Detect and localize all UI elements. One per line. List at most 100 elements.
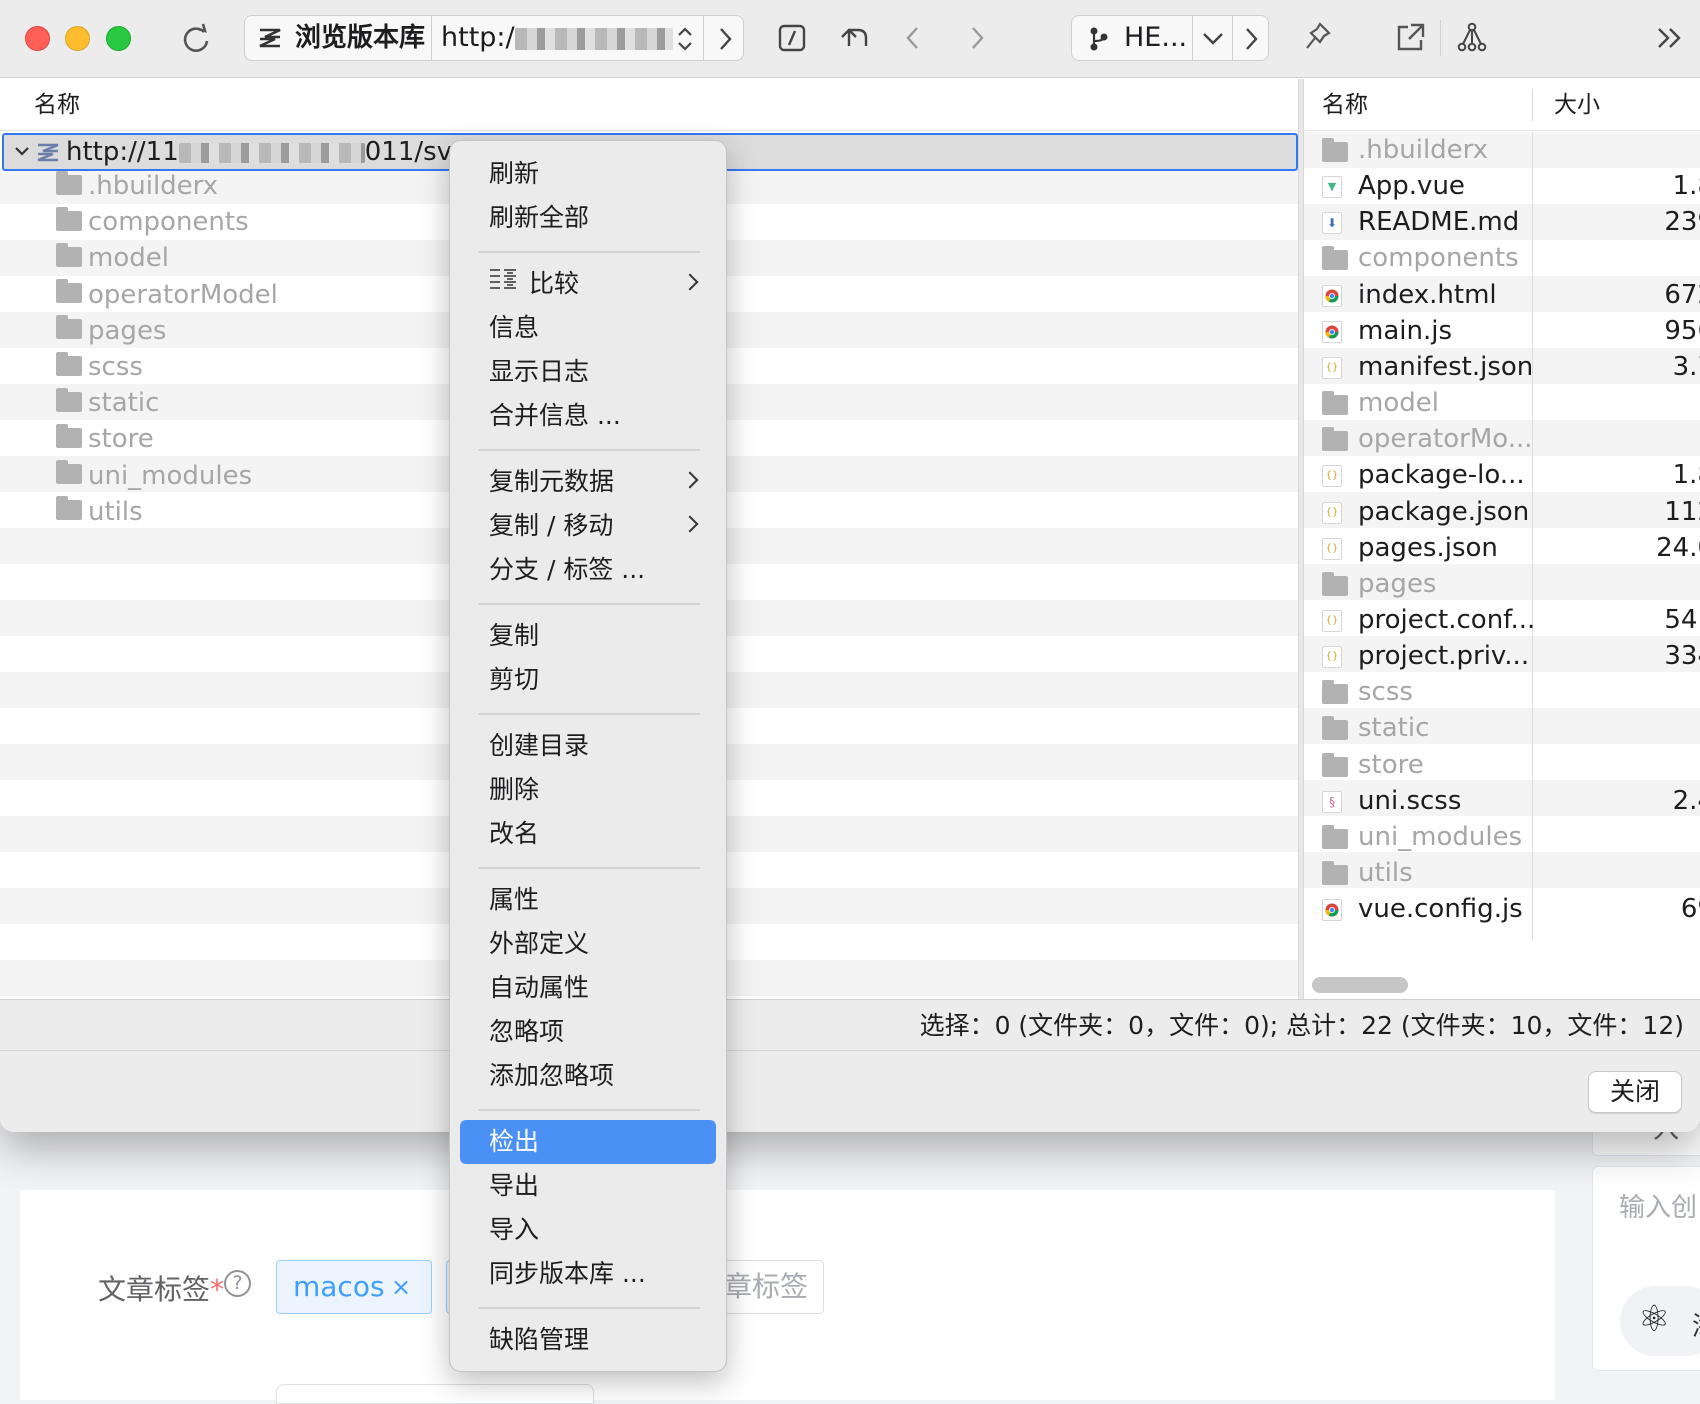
file-row[interactable]: ▼ App.vue 1.8	[1318, 168, 1700, 204]
tree-folder-row[interactable]: model	[56, 240, 169, 276]
menu-item[interactable]: 忽略项	[460, 1010, 716, 1054]
file-row[interactable]: {} project.conf... 541	[1318, 602, 1700, 638]
close-window-button[interactable]	[25, 26, 50, 51]
chevron-right-icon[interactable]	[715, 26, 735, 56]
file-row[interactable]: uni_modules	[1318, 819, 1698, 855]
file-row[interactable]: index.html 672	[1318, 277, 1700, 313]
zoom-window-button[interactable]	[106, 26, 131, 51]
tree-column-header[interactable]: 名称	[0, 79, 1300, 131]
menu-item[interactable]: 剪切	[460, 658, 716, 702]
file-row[interactable]: {} pages.json 24.0	[1318, 530, 1700, 566]
menu-item-label: 导入	[489, 1215, 540, 1244]
file-row[interactable]: pages	[1318, 566, 1698, 602]
file-list-header: 名称 大小	[1304, 79, 1700, 131]
tree-folder-label: uni_modules	[88, 460, 253, 491]
file-name: store	[1358, 749, 1424, 780]
menu-item-label: 显示日志	[489, 357, 590, 386]
menu-item[interactable]: 复制 / 移动	[460, 504, 716, 548]
horizontal-scrollbar[interactable]	[1312, 977, 1408, 993]
menu-item[interactable]: 比较	[460, 262, 716, 306]
menu-item[interactable]: 导出	[460, 1164, 716, 1208]
menu-item[interactable]: 刷新全部	[460, 196, 716, 240]
file-row[interactable]: vue.config.js 69	[1318, 891, 1700, 927]
menu-item[interactable]: 检出	[460, 1120, 716, 1164]
menu-item[interactable]: 分支 / 标签 ...	[460, 548, 716, 592]
file-row[interactable]: {} package-lo... 1.8	[1318, 457, 1700, 493]
tag-chip-macos[interactable]: macos ×	[276, 1260, 432, 1314]
menu-item[interactable]: 导入	[460, 1208, 716, 1252]
file-row[interactable]: ⬇ README.md 239	[1318, 204, 1700, 240]
menu-item[interactable]: 复制元数据	[460, 460, 716, 504]
tree-folder-label: model	[88, 243, 169, 274]
tree-folder-row[interactable]: .hbuilderx	[56, 168, 218, 204]
tree-folder-row[interactable]: store	[56, 421, 154, 457]
file-row[interactable]: static	[1318, 710, 1698, 746]
file-row[interactable]: .hbuilderx	[1318, 132, 1698, 168]
close-icon[interactable]: ×	[391, 1261, 411, 1313]
file-row[interactable]: operatorMo...	[1318, 421, 1698, 457]
file-row[interactable]: scss	[1318, 674, 1698, 710]
tree-folder-row[interactable]: static	[56, 385, 159, 421]
chevron-right-icon[interactable]	[1240, 26, 1262, 56]
menu-item[interactable]: 刷新	[460, 152, 716, 196]
file-row[interactable]: components	[1318, 240, 1698, 276]
dialog-button-bar: 关闭	[0, 1051, 1700, 1132]
tree-folder-row[interactable]: scss	[56, 349, 143, 385]
menu-item[interactable]: 同步版本库 ...	[460, 1252, 716, 1296]
folder-icon	[56, 496, 82, 521]
double-chevron-right-icon[interactable]	[1652, 16, 1688, 60]
menu-item[interactable]: 复制	[460, 614, 716, 658]
file-size: 239	[1664, 207, 1700, 238]
menu-item-label: 忽略项	[489, 1017, 565, 1046]
menu-item[interactable]: 合并信息 ...	[460, 394, 716, 438]
help-icon[interactable]: ?	[224, 1270, 251, 1297]
menu-item[interactable]: 信息	[460, 306, 716, 350]
minimize-window-button[interactable]	[65, 26, 90, 51]
tree-folder-row[interactable]: pages	[56, 313, 166, 349]
menu-item[interactable]: 缺陷管理	[460, 1318, 716, 1362]
menu-item[interactable]: 属性	[460, 878, 716, 922]
file-row[interactable]: {} manifest.json 3.7	[1318, 349, 1700, 385]
menu-item[interactable]: 删除	[460, 768, 716, 812]
size-column-header[interactable]: 大小	[1554, 79, 1600, 131]
tree-folder-row[interactable]: components	[56, 204, 249, 240]
url-field[interactable]: http:/	[441, 16, 673, 60]
atom-icon: ⚛	[1638, 1299, 1671, 1340]
menu-separator	[478, 1109, 700, 1111]
file-row[interactable]: {} package.json 112	[1318, 494, 1700, 530]
menu-item[interactable]: 创建目录	[460, 724, 716, 768]
background-input-box[interactable]	[276, 1384, 594, 1404]
open-external-icon[interactable]	[1392, 16, 1428, 60]
close-button[interactable]: 关闭	[1588, 1071, 1682, 1113]
tree-folder-row[interactable]: operatorModel	[56, 277, 278, 313]
chevron-left-icon[interactable]	[898, 16, 928, 60]
up-down-chevron-icon[interactable]	[675, 24, 695, 58]
branch-selector[interactable]: HE...	[1071, 15, 1269, 61]
pin-icon[interactable]	[1300, 16, 1336, 60]
menu-item[interactable]: 添加忽略项	[460, 1054, 716, 1098]
name-column-header[interactable]: 名称	[1322, 79, 1368, 131]
tree-folder-row[interactable]: uni_modules	[56, 458, 252, 494]
file-row[interactable]: § uni.scss 2.4	[1318, 783, 1700, 819]
menu-item[interactable]: 改名	[460, 812, 716, 856]
return-up-icon[interactable]	[836, 16, 872, 60]
menu-item[interactable]: 自动属性	[460, 966, 716, 1010]
menu-item[interactable]: 显示日志	[460, 350, 716, 394]
ai-button[interactable]: ⚛ 添	[1620, 1286, 1700, 1356]
tree-folder-row[interactable]: utils	[56, 494, 143, 530]
menu-item-label: 刷新全部	[489, 203, 590, 232]
file-row[interactable]: main.js 956	[1318, 313, 1700, 349]
chevron-down-icon[interactable]	[14, 143, 30, 159]
file-row[interactable]: model	[1318, 385, 1698, 421]
tag-input[interactable]: 章标签	[716, 1260, 824, 1314]
menu-item[interactable]: 外部定义	[460, 922, 716, 966]
browse-repository-label[interactable]: 浏览版本库	[295, 16, 425, 60]
file-row[interactable]: utils	[1318, 855, 1698, 891]
chevron-down-icon[interactable]	[1198, 26, 1228, 56]
chevron-right-icon[interactable]	[962, 16, 992, 60]
file-row[interactable]: {} project.priv... 334	[1318, 638, 1700, 674]
file-row[interactable]: store	[1318, 747, 1698, 783]
reload-icon[interactable]	[176, 16, 216, 60]
hierarchy-icon[interactable]	[1454, 16, 1490, 60]
slash-box-icon[interactable]	[774, 16, 810, 60]
